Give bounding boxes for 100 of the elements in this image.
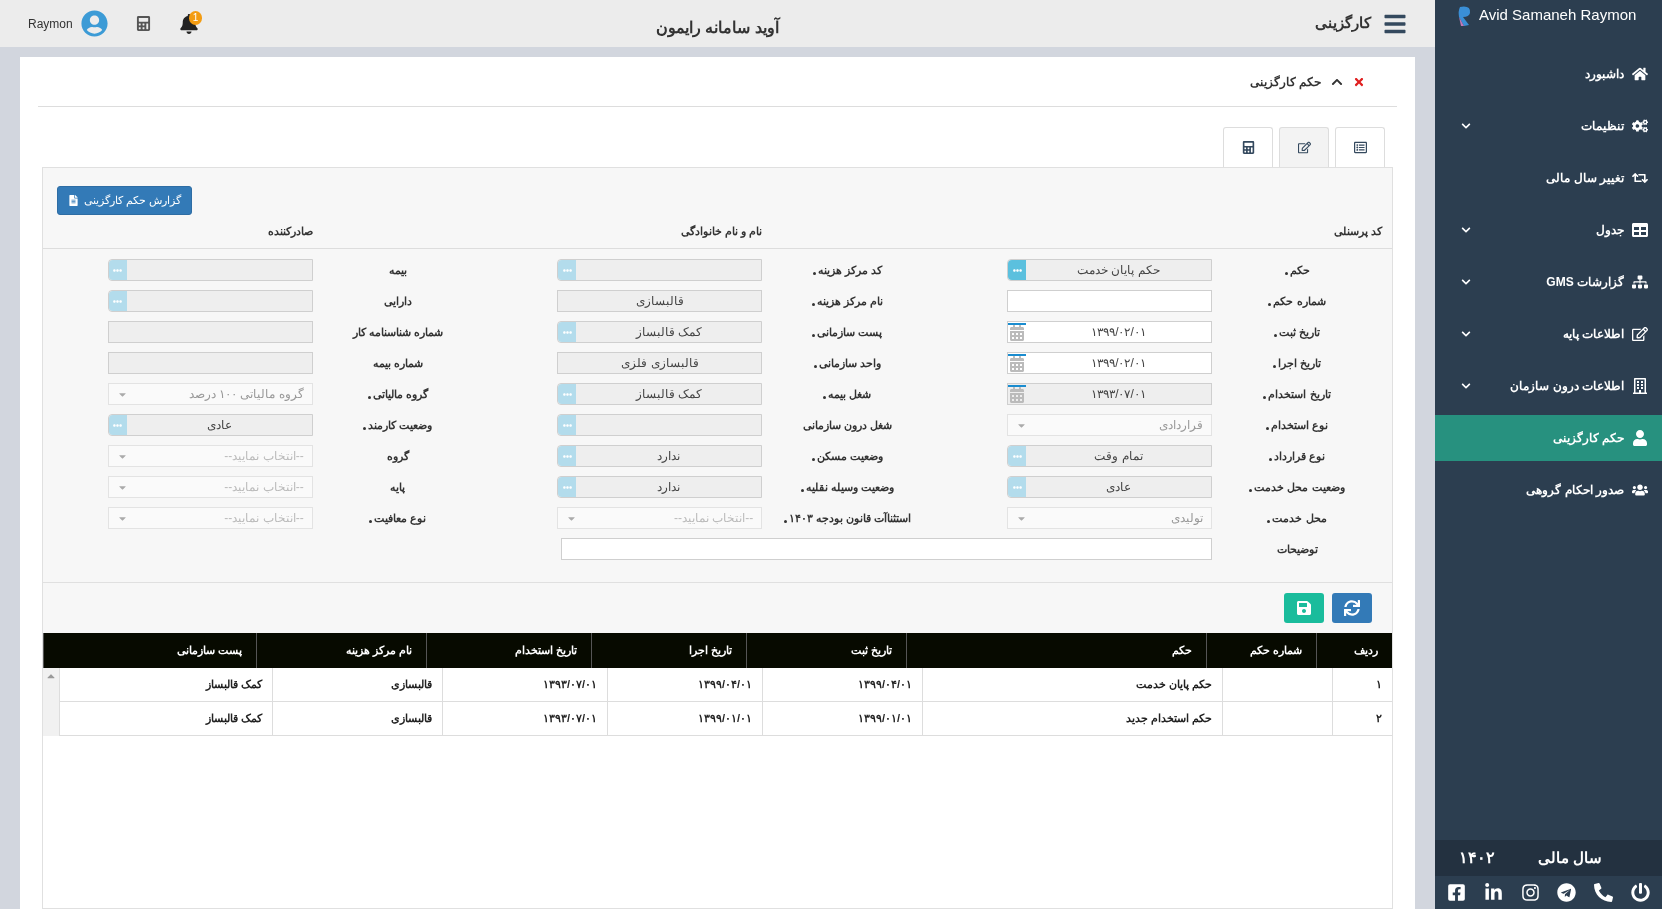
column-header[interactable]: تاریخ استخدام [426, 633, 591, 668]
field-label: بیمه [388, 262, 407, 279]
tab[interactable] [1223, 127, 1273, 167]
field-value: عادی [205, 417, 233, 434]
sidebar-item[interactable]: گزارشات GMS [1435, 259, 1662, 305]
field-label: شماره بیمه [372, 355, 423, 372]
telegram-icon[interactable] [1557, 883, 1577, 902]
lookup-field[interactable]: حکم پایان خدمت [1007, 259, 1212, 281]
field-label: وضعیت وسیله نقلیه [805, 479, 894, 496]
column-header[interactable]: ردیف [1316, 633, 1392, 668]
table-cell: ۲ [1332, 702, 1392, 735]
column-header[interactable]: حکم [906, 633, 1206, 668]
scrollbar[interactable] [43, 668, 59, 736]
sidebar-item[interactable]: تغییر سال مالی [1435, 155, 1662, 201]
card-title: حکم کارگزینی [1249, 73, 1321, 91]
fiscal-year-label: سال مالی [1537, 847, 1603, 868]
table-icon [1632, 222, 1648, 238]
power-icon[interactable] [1631, 883, 1650, 902]
field-label: تاریخ ثبت [1278, 324, 1321, 341]
field-value: ۱۳۹۳/۰۷/۰۱ [1090, 386, 1147, 403]
save-icon [1296, 600, 1312, 616]
phone-icon[interactable] [1594, 883, 1614, 902]
field-label: وضعیت کارمند [368, 417, 433, 434]
column-header[interactable]: نام مرکز هزینه [256, 633, 426, 668]
ellipsis-button[interactable] [1008, 260, 1026, 280]
field-label: کد مرکز هزینه [817, 262, 882, 279]
date-field[interactable]: ۱۳۹۹/۰۲/۰۱ [1007, 352, 1212, 374]
field-value: قراردادی [1159, 417, 1203, 434]
calculator-icon[interactable] [135, 16, 151, 31]
calendar-icon[interactable] [1008, 323, 1026, 341]
field-label: تاریخ اجرا [1277, 355, 1322, 372]
header-label: نام و نام خانوادگی [681, 224, 763, 240]
sidebar-item[interactable]: تنظیمات [1435, 103, 1662, 149]
calculator-icon [1241, 141, 1255, 154]
field-value: ۱۳۹۹/۰۲/۰۱ [1090, 355, 1147, 372]
field-label: واحد سازمانی [818, 355, 881, 372]
field-value: کمک قالبساز [634, 324, 703, 341]
calendar-icon[interactable] [1008, 354, 1026, 372]
field-label: تاریخ استخدام [1268, 386, 1331, 403]
close-icon[interactable] [1353, 75, 1365, 88]
edit-icon [1297, 141, 1311, 154]
field-value: ۱۳۹۹/۰۲/۰۱ [1090, 324, 1147, 341]
field-label: توضیحات [1276, 541, 1318, 558]
header-label: کد پرسنلی [1333, 224, 1382, 240]
facebook-icon[interactable] [1447, 883, 1466, 902]
sidebar-item[interactable]: داشبورد [1435, 51, 1662, 97]
table-cell: حکم استخدام جدید [922, 702, 1222, 735]
sidebar-item[interactable]: صدور احکام گروهی [1435, 467, 1662, 513]
input-field[interactable] [107, 321, 313, 343]
table-cell: ۱ [1332, 668, 1392, 701]
edit-icon [1632, 326, 1648, 342]
field-label: شماره حکم [1273, 293, 1326, 310]
field-value: ندارد [656, 448, 682, 465]
input-field[interactable] [1007, 290, 1212, 312]
field-label: گروه [386, 448, 409, 465]
tab[interactable] [1335, 127, 1385, 167]
table-cell: ۱۳۹۹/۰۴/۰۱ [607, 668, 762, 701]
linkedin-icon[interactable] [1483, 883, 1503, 902]
field-label: نوع معافیت [374, 510, 427, 527]
field-label: استثناآت قانون بودجه ۱۴۰۳ [788, 510, 911, 527]
field-label: وضعیت مسکن [816, 448, 883, 465]
logo-icon [1457, 4, 1473, 27]
sidebar-item[interactable]: جدول [1435, 207, 1662, 253]
field-placeholder: --انتخاب نمایید-- [674, 510, 754, 527]
building-icon [1632, 378, 1648, 394]
table-cell: قالبسازی [272, 668, 442, 701]
date-field[interactable]: ۱۳۹۹/۰۲/۰۱ [1007, 321, 1212, 343]
notes-field[interactable] [561, 538, 1212, 560]
input-field[interactable]: قالبسازی [557, 290, 763, 312]
field-value: عادی [1105, 479, 1132, 496]
app-title: آوید سامانه رایمون [656, 16, 779, 40]
sidebar-item[interactable]: اطلاعات پایه [1435, 311, 1662, 357]
instagram-icon[interactable] [1520, 883, 1540, 902]
table-cell: حکم پایان خدمت [922, 668, 1222, 701]
section-title: کارگزینی [1315, 13, 1371, 34]
column-header[interactable]: تاریخ ثبت [746, 633, 906, 668]
field-label: حکم [1289, 262, 1310, 279]
field-label: گروه مالیاتی [372, 386, 428, 403]
input-field[interactable]: قالبسازی فلزی [557, 352, 763, 374]
field-label: پایه [390, 479, 406, 496]
table-cell: ۱۳۹۹/۰۴/۰۱ [762, 668, 922, 701]
sidebar-item[interactable]: حکم کارگزینی [1435, 415, 1662, 461]
tab[interactable] [1279, 127, 1329, 167]
refresh-button[interactable] [1332, 593, 1372, 623]
user-avatar-icon[interactable] [80, 10, 108, 37]
field-label: محل خدمت [1272, 510, 1327, 526]
report-button[interactable]: گزارش حکم کارگزینی [57, 186, 193, 215]
field-value: حکم پایان خدمت [1076, 262, 1161, 279]
users-icon [1632, 482, 1648, 498]
brand-name: Avid Samaneh Raymon [1479, 5, 1637, 26]
field-label: نوع استخدام [1270, 417, 1329, 434]
home-icon [1632, 66, 1648, 82]
column-header[interactable]: تاریخ اجرا [591, 633, 746, 668]
column-header[interactable]: شماره حکم [1206, 633, 1316, 668]
list-icon [1353, 141, 1367, 154]
input-field[interactable] [107, 352, 313, 374]
sidebar-item[interactable]: اطلاعات درون سازمان [1435, 363, 1662, 409]
field-label: دارایی [383, 293, 412, 310]
field-placeholder: --انتخاب نمایید-- [224, 448, 304, 465]
save-button[interactable] [1284, 593, 1324, 623]
